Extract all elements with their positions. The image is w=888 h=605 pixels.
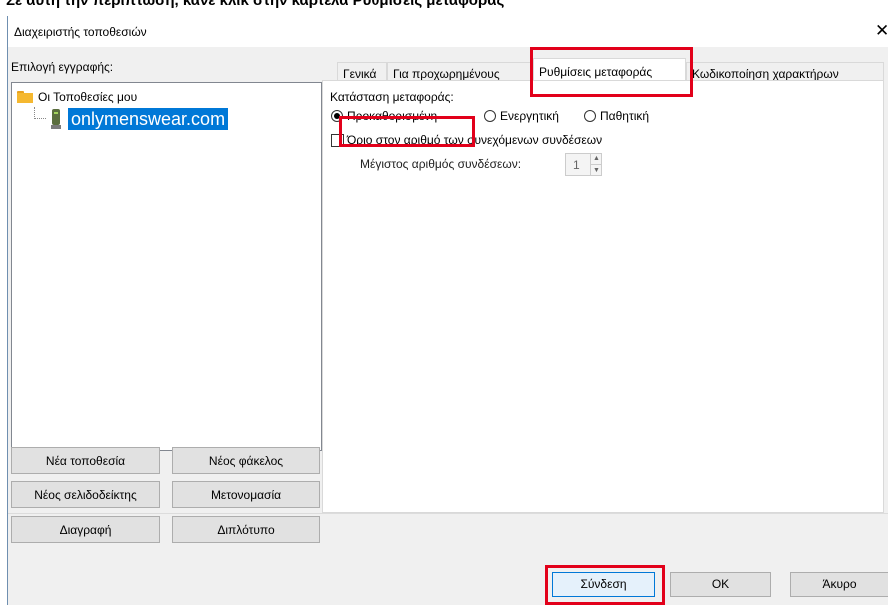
- ok-button[interactable]: OK: [670, 572, 771, 597]
- max-connections-label: Μέγιστος αριθμός συνδέσεων:: [360, 157, 522, 171]
- radio-passive-label: Παθητική: [600, 109, 650, 123]
- rename-button[interactable]: Μετονομασία: [172, 481, 320, 508]
- delete-button[interactable]: Διαγραφή: [11, 516, 160, 543]
- max-connections-spinner[interactable]: 1 ▲ ▼: [565, 153, 602, 176]
- highlight-default-mode: [339, 116, 475, 147]
- highlight-connect-button: [545, 565, 665, 605]
- title-bar: Διαχειριστής τοποθεσιών ✕: [8, 16, 888, 47]
- tree-site-item[interactable]: onlymenswear.com: [68, 108, 229, 130]
- footer-separator: [8, 513, 888, 514]
- server-icon: [51, 109, 61, 131]
- close-icon[interactable]: ✕: [875, 22, 888, 40]
- cancel-button[interactable]: Άκυρο: [790, 572, 888, 597]
- new-site-button[interactable]: Νέα τοποθεσία: [11, 447, 160, 474]
- spinner-up-icon[interactable]: ▲: [590, 154, 602, 164]
- instruction-banner: Σε αυτή την περίπτωση, κάνε κλικ στην κα…: [0, 0, 888, 16]
- transfer-mode-label: Κατάσταση μεταφοράς:: [330, 90, 454, 104]
- new-folder-button[interactable]: Νέος φάκελος: [172, 447, 320, 474]
- radio-active[interactable]: [484, 110, 496, 122]
- select-entry-label: Επιλογή εγγραφής:: [11, 60, 114, 74]
- site-manager-dialog: Διαχειριστής τοποθεσιών ✕ Επιλογή εγγραφ…: [7, 16, 888, 605]
- instruction-text: Σε αυτή την περίπτωση, κάνε κλικ στην κα…: [6, 0, 505, 9]
- spinner-down-icon[interactable]: ▼: [590, 164, 602, 176]
- tree-root-label: Οι Τοποθεσίες μου: [38, 90, 138, 104]
- site-tree[interactable]: Οι Τοποθεσίες μου onlymenswear.com: [11, 82, 322, 451]
- window-title: Διαχειριστής τοποθεσιών: [14, 25, 147, 39]
- folder-icon: [17, 91, 33, 103]
- duplicate-button[interactable]: Διπλότυπο: [172, 516, 320, 543]
- new-bookmark-button[interactable]: Νέος σελιδοδείκτης: [11, 481, 160, 508]
- tree-connector: [34, 107, 46, 119]
- max-connections-value: 1: [573, 158, 580, 172]
- radio-passive[interactable]: [584, 110, 596, 122]
- highlight-transfer-tab: [530, 47, 693, 97]
- radio-active-label: Ενεργητική: [500, 109, 559, 123]
